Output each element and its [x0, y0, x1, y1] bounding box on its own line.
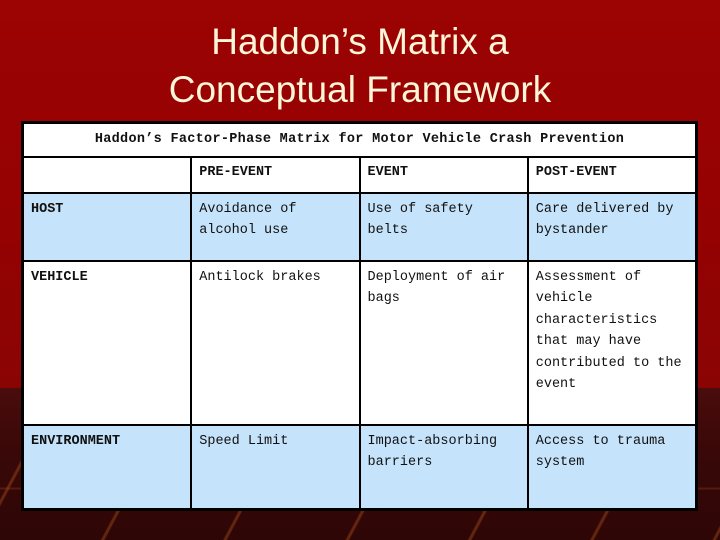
- table-row: VEHICLE Antilock brakes Deployment of ai…: [21, 259, 698, 426]
- row-label-vehicle: VEHICLE: [21, 259, 193, 426]
- table-caption-row: Haddon’s Factor-Phase Matrix for Motor V…: [22, 122, 697, 158]
- slide-title-line-1: Haddon’s Matrix a: [211, 21, 509, 62]
- cell-host-post-event: Care delivered by bystander: [526, 191, 698, 262]
- slide-title: Haddon’s Matrix a Conceptual Framework: [0, 18, 720, 114]
- table-header-row: PRE-EVENT EVENT POST-EVENT: [21, 155, 698, 194]
- cell-vehicle-event: Deployment of air bags: [358, 259, 529, 426]
- column-header-blank: [21, 155, 193, 194]
- haddon-matrix-table: Haddon’s Factor-Phase Matrix for Motor V…: [21, 122, 698, 510]
- column-header-post-event: POST-EVENT: [526, 155, 698, 194]
- row-label-host: HOST: [21, 191, 193, 262]
- cell-vehicle-pre-event: Antilock brakes: [190, 259, 361, 426]
- cell-environment-pre-event: Speed Limit: [190, 423, 361, 510]
- haddon-matrix-table-container: Haddon’s Factor-Phase Matrix for Motor V…: [21, 122, 698, 510]
- cell-host-event: Use of safety belts: [358, 191, 529, 262]
- cell-host-pre-event: Avoidance of alcohol use: [190, 191, 361, 262]
- row-label-environment: ENVIRONMENT: [21, 423, 193, 510]
- table-row: HOST Avoidance of alcohol use Use of saf…: [21, 191, 698, 262]
- cell-environment-post-event: Access to trauma system: [526, 423, 698, 510]
- column-header-event: EVENT: [358, 155, 529, 194]
- table-row: ENVIRONMENT Speed Limit Impact-absorbing…: [21, 423, 698, 510]
- table-caption: Haddon’s Factor-Phase Matrix for Motor V…: [22, 122, 697, 158]
- column-header-pre-event: PRE-EVENT: [190, 155, 361, 194]
- cell-vehicle-post-event: Assessment of vehicle characteristics th…: [526, 259, 698, 426]
- slide: Haddon’s Matrix a Conceptual Framework H…: [0, 0, 720, 540]
- cell-environment-event: Impact-absorbing barriers: [358, 423, 529, 510]
- slide-title-line-2: Conceptual Framework: [168, 69, 552, 110]
